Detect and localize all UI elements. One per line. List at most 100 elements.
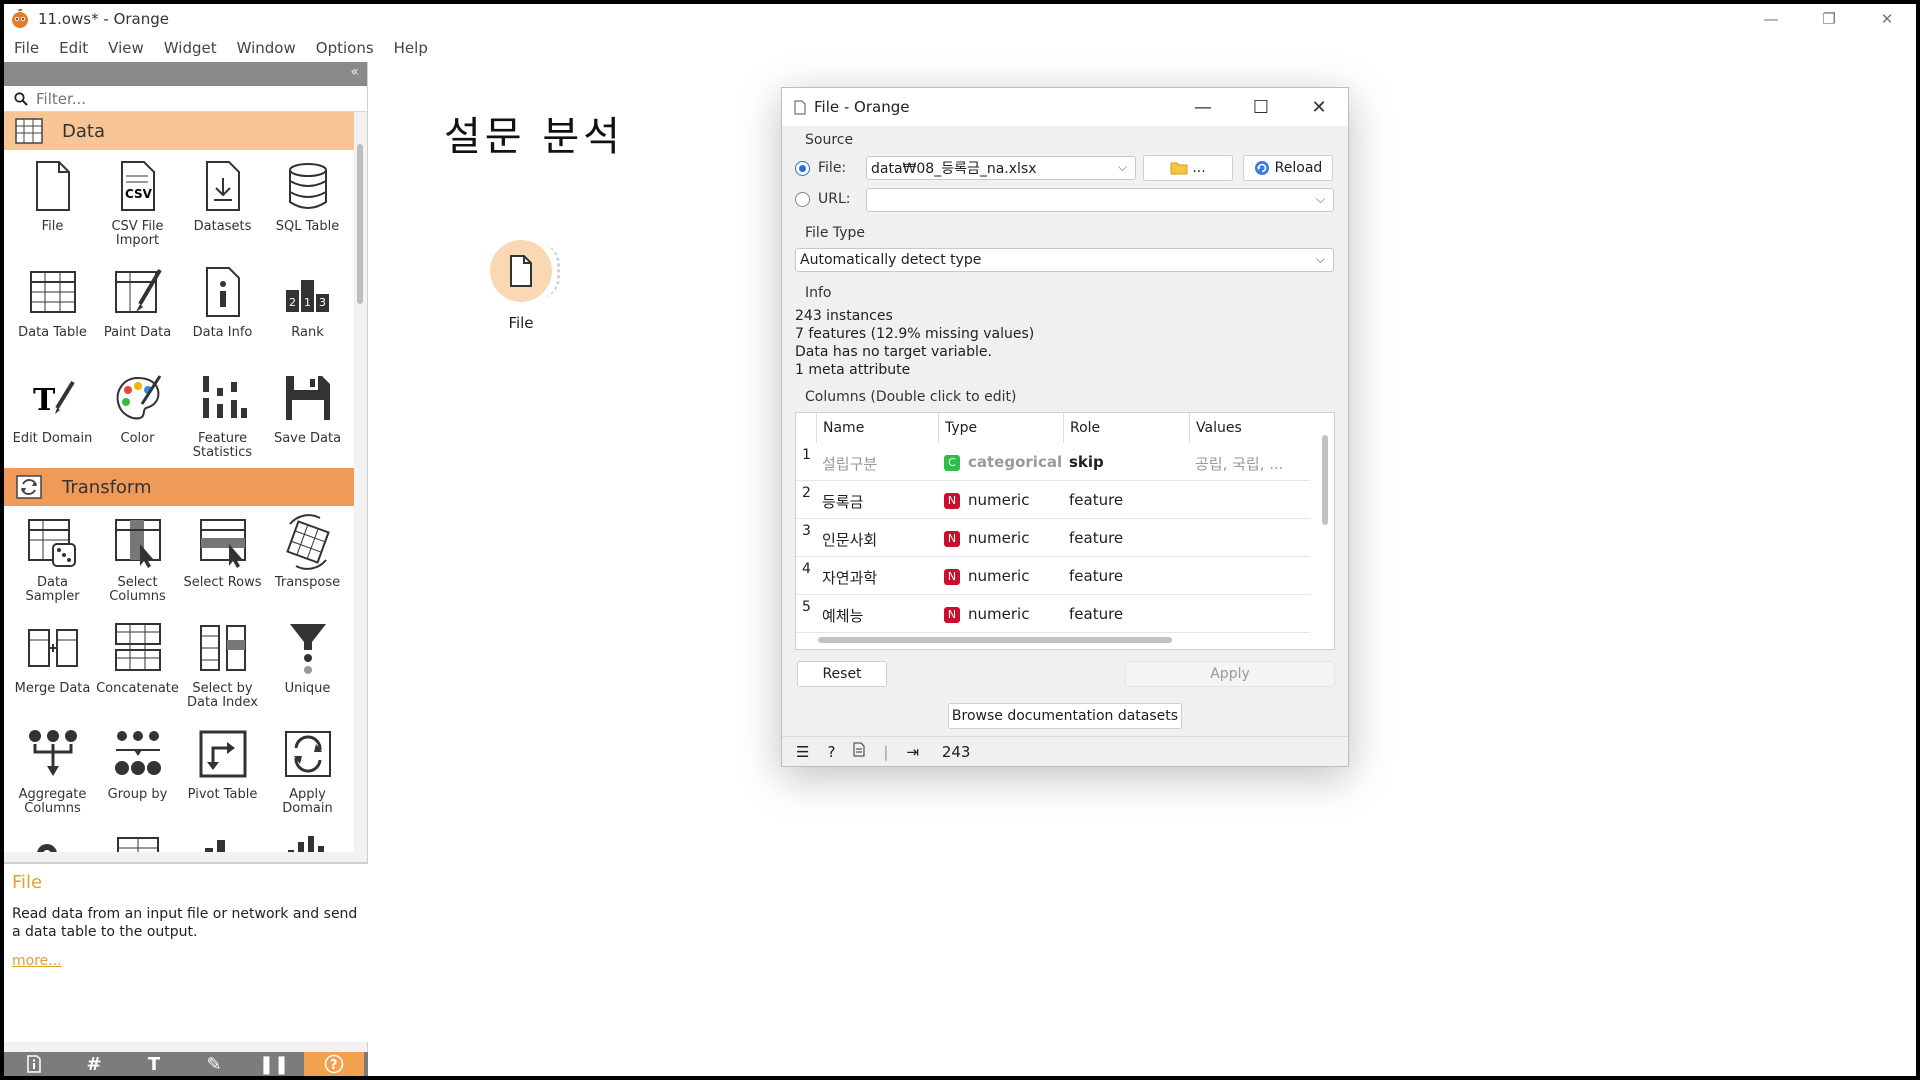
table-row[interactable]: 5 예체능 Nnumeric feature bbox=[796, 595, 1310, 633]
dialog-maximize-button[interactable]: ☐ bbox=[1232, 88, 1290, 126]
dialog-close-button[interactable]: ✕ bbox=[1290, 88, 1348, 126]
widget-unique[interactable]: Unique bbox=[265, 612, 350, 718]
widget-data-sampler[interactable]: Data Sampler bbox=[10, 506, 95, 612]
file-combo[interactable]: data₩08_등록금_na.xlsx ⌵ bbox=[866, 156, 1136, 180]
close-button[interactable]: ✕ bbox=[1858, 4, 1916, 34]
widget-rank[interactable]: 213 Rank bbox=[265, 256, 350, 362]
column-type: numeric bbox=[968, 491, 1030, 509]
widget-sql-table[interactable]: SQL Table bbox=[265, 150, 350, 256]
info-icon[interactable] bbox=[4, 1052, 64, 1076]
widget-label: Merge Data bbox=[14, 681, 91, 696]
toolbox-scrollbar[interactable] bbox=[356, 138, 364, 848]
output-summary[interactable]: ⇥ 243 bbox=[906, 743, 988, 761]
file-node[interactable]: File bbox=[486, 240, 560, 332]
output-arrow-icon: ⇥ bbox=[906, 742, 920, 761]
widget-save-data[interactable]: Save Data bbox=[265, 362, 350, 468]
report-icon[interactable] bbox=[853, 742, 865, 761]
statistics-icon bbox=[204, 840, 225, 852]
pen-icon[interactable]: ✎ bbox=[184, 1052, 244, 1076]
widget-paint-data[interactable]: Paint Data bbox=[95, 256, 180, 362]
widget-select-by-data-index[interactable]: Select by Data Index bbox=[180, 612, 265, 718]
row-number: 5 bbox=[802, 599, 811, 615]
widget-partial[interactable] bbox=[95, 824, 180, 852]
widget-label: Transpose bbox=[274, 575, 341, 590]
widget-file[interactable]: File bbox=[10, 150, 95, 256]
widget-partial[interactable] bbox=[10, 824, 95, 852]
table-row[interactable]: 3 인문사회 Nnumeric feature bbox=[796, 519, 1310, 557]
grid-icon[interactable]: # bbox=[64, 1052, 124, 1076]
widget-merge-data[interactable]: Merge Data bbox=[10, 612, 95, 718]
column-role: skip bbox=[1069, 453, 1104, 471]
menu-window[interactable]: Window bbox=[227, 39, 306, 57]
table-row[interactable]: 4 자연과학 Nnumeric feature bbox=[796, 557, 1310, 595]
widget-edit-domain[interactable]: T Edit Domain bbox=[10, 362, 95, 468]
url-radio[interactable] bbox=[795, 192, 810, 207]
apply-button[interactable]: Apply bbox=[1125, 661, 1335, 687]
table-row[interactable]: 2 등록금 Nnumeric feature bbox=[796, 481, 1310, 519]
menu-help[interactable]: Help bbox=[384, 39, 438, 57]
dialog-minimize-button[interactable]: — bbox=[1174, 88, 1232, 126]
category-data-header[interactable]: Data bbox=[4, 112, 354, 150]
widget-label: SQL Table bbox=[275, 219, 340, 234]
menu-options[interactable]: Options bbox=[306, 39, 384, 57]
header-type[interactable]: Type bbox=[938, 413, 1063, 443]
file-radio[interactable] bbox=[795, 161, 810, 176]
minimize-button[interactable]: — bbox=[1742, 4, 1800, 34]
widget-transpose[interactable]: Transpose bbox=[265, 506, 350, 612]
header-name[interactable]: Name bbox=[816, 413, 938, 443]
menu-widget[interactable]: Widget bbox=[154, 39, 227, 57]
canvas-annotation-title[interactable]: 설문 분석 bbox=[444, 104, 624, 162]
help-icon[interactable]: ? bbox=[304, 1052, 364, 1076]
column-type: categorical bbox=[968, 453, 1063, 471]
url-combo[interactable]: ⌵ bbox=[866, 188, 1334, 212]
filter-bar bbox=[4, 86, 367, 112]
file-icon bbox=[510, 255, 532, 287]
widget-select-rows[interactable]: Select Rows bbox=[180, 506, 265, 612]
widget-group-by[interactable]: Group by bbox=[95, 718, 180, 824]
table-horizontal-scrollbar[interactable] bbox=[818, 637, 1172, 643]
file-type-combo[interactable]: Automatically detect type ⌵ bbox=[795, 248, 1334, 272]
widget-datasets[interactable]: Datasets bbox=[180, 150, 265, 256]
concatenate-icon bbox=[114, 623, 161, 671]
text-icon[interactable]: T bbox=[124, 1052, 184, 1076]
widget-data-table[interactable]: Data Table bbox=[10, 256, 95, 362]
category-data-label: Data bbox=[62, 120, 105, 142]
reload-button[interactable]: Reload bbox=[1243, 155, 1333, 181]
widget-data-info[interactable]: Data Info bbox=[180, 256, 265, 362]
menu-file[interactable]: File bbox=[4, 39, 49, 57]
columns-table[interactable]: Name Type Role Values 1 설립구분 Ccategorica… bbox=[795, 412, 1335, 650]
widget-partial[interactable] bbox=[265, 824, 350, 852]
browse-button[interactable]: ... bbox=[1143, 155, 1233, 181]
header-role[interactable]: Role bbox=[1063, 413, 1189, 443]
restore-button[interactable]: ❐ bbox=[1800, 4, 1858, 34]
category-transform-header[interactable]: Transform bbox=[4, 468, 354, 506]
orange-logo-icon bbox=[12, 9, 28, 28]
widget-apply-domain[interactable]: Apply Domain bbox=[265, 718, 350, 824]
question-icon[interactable]: ? bbox=[827, 743, 835, 761]
column-name: 인문사회 bbox=[822, 531, 878, 549]
help-more-link[interactable]: more... bbox=[12, 953, 360, 969]
csv-icon: CSV bbox=[120, 161, 155, 211]
menu-view[interactable]: View bbox=[98, 39, 154, 57]
menu-bar: File Edit View Widget Window Options Hel… bbox=[4, 34, 1916, 62]
filter-input[interactable] bbox=[36, 89, 336, 108]
menu-edit[interactable]: Edit bbox=[49, 39, 98, 57]
menu-icon[interactable]: ☰ bbox=[796, 743, 809, 761]
table-vertical-scrollbar[interactable] bbox=[1322, 435, 1328, 525]
save-icon bbox=[285, 376, 330, 420]
widget-partial[interactable] bbox=[180, 824, 265, 852]
table-row[interactable]: 1 설립구분 Ccategorical skip 공립, 국립, ... bbox=[796, 443, 1310, 481]
info-meta: 1 meta attribute bbox=[795, 362, 911, 378]
widget-select-columns[interactable]: Select Columns bbox=[95, 506, 180, 612]
widget-concatenate[interactable]: Concatenate bbox=[95, 612, 180, 718]
widget-csv-file-import[interactable]: CSV CSV File Import bbox=[95, 150, 180, 256]
reset-button[interactable]: Reset bbox=[797, 661, 887, 687]
header-values[interactable]: Values bbox=[1189, 413, 1309, 443]
collapse-dock-button[interactable]: « bbox=[350, 64, 359, 80]
widget-color[interactable]: Color bbox=[95, 362, 180, 468]
widget-pivot-table[interactable]: Pivot Table bbox=[180, 718, 265, 824]
browse-documentation-datasets-button[interactable]: Browse documentation datasets bbox=[948, 703, 1182, 729]
widget-aggregate-columns[interactable]: Aggregate Columns bbox=[10, 718, 95, 824]
widget-feature-statistics[interactable]: Feature Statistics bbox=[180, 362, 265, 468]
pause-icon[interactable]: ❚❚ bbox=[244, 1052, 304, 1076]
